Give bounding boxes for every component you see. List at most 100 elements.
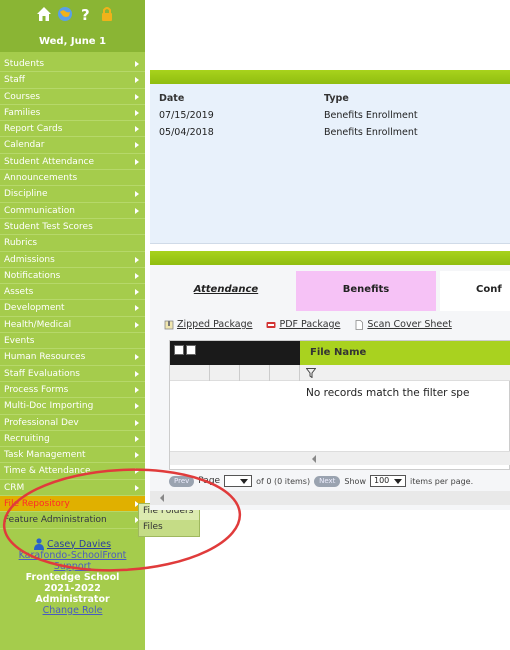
sidebar-item-human-resources[interactable]: Human Resources <box>0 349 145 366</box>
sidebar-item-file-repository[interactable]: File Repository <box>0 496 145 513</box>
chevron-right-icon <box>135 305 139 312</box>
sidebar-header: ? Wed, June 1 <box>0 0 145 52</box>
sidebar-item-recruiting[interactable]: Recruiting <box>0 431 145 448</box>
prev-page-button[interactable]: Prev <box>169 475 195 487</box>
sidebar-item-label: Assets <box>4 287 34 298</box>
sidebar-item-label: Courses <box>4 91 41 102</box>
sidebar: ? Wed, June 1 Students Staff Courses Famili… <box>0 0 145 650</box>
sidebar-item-crm[interactable]: CRM <box>0 480 145 497</box>
sidebar-item-label: Task Management <box>4 450 86 461</box>
empty-grid-message: No records match the filter spe <box>306 387 470 399</box>
chevron-right-icon <box>135 435 139 442</box>
chevron-right-icon <box>135 77 139 84</box>
support-link[interactable]: Karafondo-SchoolFront Support <box>0 550 145 572</box>
sidebar-item-label: Admissions <box>4 254 55 265</box>
help-icon[interactable]: ? <box>78 6 94 22</box>
sidebar-item-multi-doc-importing[interactable]: Multi-Doc Importing <box>0 398 145 415</box>
chevron-right-icon <box>135 321 139 328</box>
main-horizontal-scrollbar[interactable] <box>150 491 510 505</box>
page-size-value: 100 <box>374 476 390 485</box>
page-select[interactable] <box>224 475 253 487</box>
sidebar-item-student-test-scores[interactable]: Student Test Scores <box>0 219 145 236</box>
zipped-package-button[interactable]: Zipped Package <box>164 319 252 330</box>
chevron-right-icon <box>135 126 139 133</box>
grid-horizontal-scrollbar[interactable] <box>170 451 510 465</box>
sidebar-item-label: Student Test Scores <box>4 221 93 232</box>
sidebar-item-label: Human Resources <box>4 352 86 363</box>
sidebar-item-professional-dev[interactable]: Professional Dev <box>0 415 145 431</box>
sidebar-item-calendar[interactable]: Calendar <box>0 137 145 154</box>
sidebar-item-families[interactable]: Families <box>0 105 145 122</box>
pdf-package-button[interactable]: PDF Package <box>266 319 340 330</box>
sidebar-item-events[interactable]: Events <box>0 333 145 350</box>
sidebar-item-health-medical[interactable]: Health/Medical <box>0 317 145 334</box>
record-date: 07/15/2019 <box>159 110 214 121</box>
home-icon[interactable] <box>36 6 52 22</box>
sidebar-item-rubrics[interactable]: Rubrics <box>0 235 145 252</box>
sidebar-item-label: Events <box>4 336 35 347</box>
select-page-checkbox[interactable] <box>186 345 196 355</box>
sidebar-item-announcements[interactable]: Announcements <box>0 170 145 187</box>
tab-attendance[interactable]: Attendance <box>160 271 292 311</box>
records-panel: Date Type 07/15/2019 Benefits Enrollment… <box>150 84 510 244</box>
sidebar-item-process-forms[interactable]: Process Forms <box>0 382 145 399</box>
grid-pager: Prev Page of 0 (0 items) Next Show 100 i… <box>169 472 510 490</box>
record-date: 05/04/2018 <box>159 127 214 138</box>
sidebar-item-staff[interactable]: Staff <box>0 72 145 89</box>
filter-cell <box>240 365 270 381</box>
sidebar-item-communication[interactable]: Communication <box>0 203 145 219</box>
change-role-link[interactable]: Change Role <box>0 605 145 616</box>
main-menu: Students Staff Courses Families Report Cards… <box>0 56 145 529</box>
scan-cover-sheet-button[interactable]: Scan Cover Sheet <box>354 319 452 330</box>
chevron-right-icon <box>135 256 139 263</box>
sidebar-item-label: Staff Evaluations <box>4 368 80 379</box>
sidebar-item-report-cards[interactable]: Report Cards <box>0 121 145 138</box>
sidebar-item-discipline[interactable]: Discipline <box>0 186 145 203</box>
lock-icon[interactable] <box>99 6 115 22</box>
sidebar-item-task-management[interactable]: Task Management <box>0 447 145 464</box>
page-size-select[interactable]: 100 <box>370 475 406 487</box>
page-label: Page <box>198 476 221 486</box>
filter-icon[interactable] <box>306 368 316 378</box>
grid-filter-row <box>170 365 510 381</box>
documents-panel: Attendance Benefits Conf Zipped Package … <box>150 265 510 510</box>
chevron-right-icon <box>135 403 139 410</box>
sidebar-item-label: Notifications <box>4 270 61 281</box>
sidebar-item-label: Feature Administration <box>4 515 107 526</box>
sidebar-item-admissions[interactable]: Admissions <box>0 252 145 268</box>
chevron-right-icon <box>135 452 139 459</box>
pdf-package-label: PDF Package <box>279 319 341 330</box>
sidebar-item-students[interactable]: Students <box>0 56 145 73</box>
select-all-checkbox[interactable] <box>174 345 184 355</box>
scroll-left-icon[interactable] <box>312 455 316 463</box>
sidebar-item-label: Announcements <box>4 173 78 184</box>
chevron-right-icon <box>135 191 139 198</box>
sidebar-item-feature-administration[interactable]: Feature Administration <box>0 512 145 529</box>
scroll-left-icon[interactable] <box>160 494 164 502</box>
sidebar-item-label: Student Attendance <box>4 156 95 167</box>
tab-conf[interactable]: Conf <box>440 271 510 311</box>
sidebar-item-development[interactable]: Development <box>0 300 145 317</box>
globe-icon[interactable] <box>57 6 73 22</box>
chevron-right-icon <box>135 207 139 214</box>
page-count: of 0 (0 items) <box>256 476 311 486</box>
sidebar-item-label: Process Forms <box>4 384 69 395</box>
col-header-file-name[interactable]: File Name <box>300 341 510 365</box>
sidebar-item-label: Calendar <box>4 140 45 151</box>
sidebar-item-label: Health/Medical <box>4 319 72 330</box>
sidebar-item-student-attendance[interactable]: Student Attendance <box>0 154 145 171</box>
sidebar-item-label: Recruiting <box>4 433 50 444</box>
sidebar-item-assets[interactable]: Assets <box>0 284 145 301</box>
filter-cell <box>170 365 210 381</box>
sidebar-item-label: Report Cards <box>4 124 63 135</box>
next-page-button[interactable]: Next <box>314 475 341 487</box>
sidebar-item-staff-evaluations[interactable]: Staff Evaluations <box>0 366 145 382</box>
chevron-right-icon <box>135 61 139 67</box>
sidebar-item-time-attendance[interactable]: Time & Attendance <box>0 463 145 480</box>
sidebar-item-courses[interactable]: Courses <box>0 89 145 105</box>
col-header-type: Type <box>324 93 349 104</box>
user-line: Casey Davies <box>0 538 145 550</box>
tab-benefits[interactable]: Benefits <box>296 271 436 311</box>
user-name-link[interactable]: Casey Davies <box>47 539 111 550</box>
sidebar-item-notifications[interactable]: Notifications <box>0 268 145 285</box>
